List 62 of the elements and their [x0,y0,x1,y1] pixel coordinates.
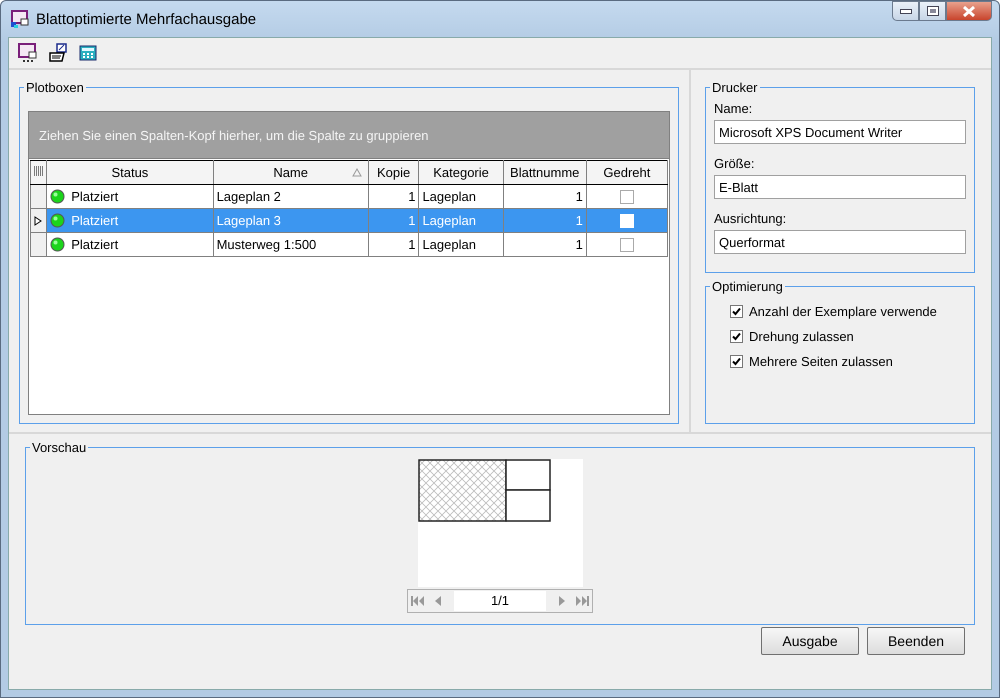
field-label: Name: [714,101,754,116]
field-label: Größe: [714,156,756,171]
minimize-button[interactable] [892,1,919,21]
column-header[interactable]: Kategorie [418,160,504,184]
page-indicator: 1/1 [454,591,546,611]
window-title: Blattoptimierte Mehrfachausgabe [36,10,258,28]
table-cell: Lageplan 3 [213,208,368,232]
group-title: Optimierung [712,279,783,294]
checkbox-label: Drehung zulassen [749,329,854,344]
table-cell: Lageplan [418,208,504,232]
table-cell: 1 [368,232,419,256]
checkbox-label: Mehrere Seiten zulassen [749,354,893,369]
status-dot-icon [50,213,66,228]
status-dot-icon [50,189,66,204]
dialog-button[interactable]: Ausgabe [761,627,859,655]
field-label: Ausrichtung: [714,211,788,226]
maximize-icon [926,6,938,16]
checkbox[interactable] [730,305,743,318]
table-cell: 1 [368,208,419,232]
table-cell: Platziert [71,237,118,252]
printer-button[interactable] [47,42,69,64]
previous-page-icon [435,596,441,606]
checkbox[interactable] [730,355,743,368]
maximize-button[interactable] [919,1,946,21]
column-header[interactable]: Blattnumme [503,160,586,184]
column-header[interactable]: Gedreht [586,160,668,184]
group-title: Plotboxen [26,80,84,95]
checkbox[interactable] [730,330,743,343]
printer-icon [48,43,68,63]
checkbox[interactable] [620,238,634,252]
minimize-icon [900,8,912,14]
column-header[interactable]: Kopie [368,160,419,184]
checkbox[interactable] [620,190,634,204]
table-cell: Platziert [71,189,118,204]
input-field[interactable]: E-Blatt [714,175,966,199]
next-page-icon [559,596,565,606]
dialog-button[interactable]: Beenden [867,627,965,655]
table-cell: Platziert [71,213,118,228]
app-icon [10,9,30,29]
table-cell: Musterweg 1:500 [213,232,368,256]
group-title: Vorschau [32,440,86,455]
column-header[interactable]: Name [213,160,368,184]
calculator-icon [78,43,98,63]
status-dot-icon [50,237,66,252]
monitor-icon [18,43,38,63]
group-title: Drucker [712,80,758,95]
last-page-icon [575,596,589,606]
table-row[interactable]: Platziert Musterweg 1:500 1 Lageplan 1 [30,232,668,256]
input-field[interactable]: Microsoft XPS Document Writer [714,120,966,144]
column-header[interactable]: Status [46,160,214,184]
first-page-icon [411,596,425,606]
table-cell: Lageplan [418,232,504,256]
checkbox-label: Anzahl der Exemplare verwende [749,304,937,319]
group-by-area: Ziehen Sie einen Spalten-Kopf hierher, um die Spalte zu gruppieren [29,112,669,159]
input-field[interactable]: Querformat [714,230,966,254]
column-chooser-icon [34,166,44,177]
close-button[interactable] [946,1,992,21]
monitor-button[interactable] [17,42,39,64]
table-cell: 1 [503,232,586,256]
table-cell: 1 [503,208,586,232]
close-icon [962,6,976,16]
row-pointer-icon [34,216,42,226]
